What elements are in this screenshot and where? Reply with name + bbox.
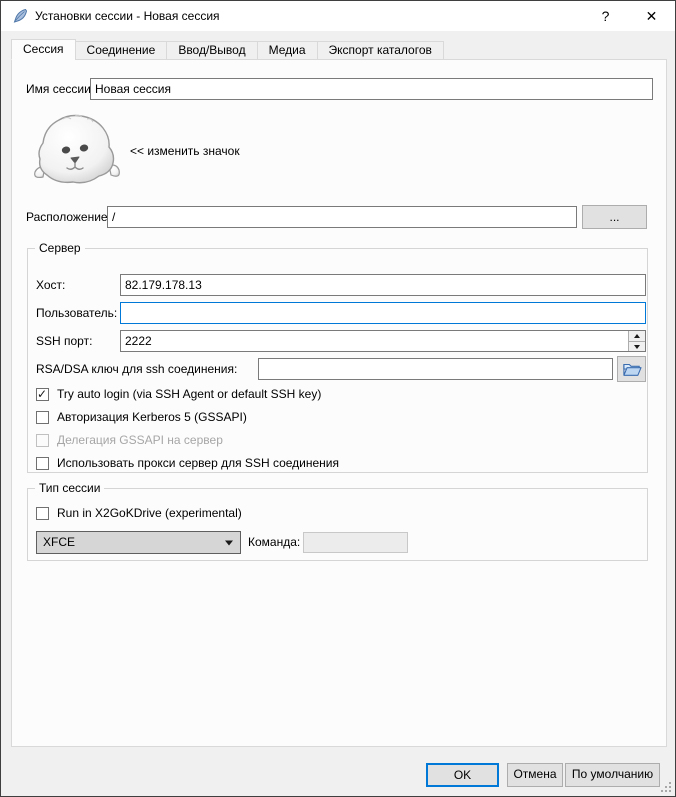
path-label: Расположение: (26, 206, 111, 228)
kerberos-label: Авторизация Kerberos 5 (GSSAPI) (57, 410, 247, 424)
help-button[interactable]: ? (583, 1, 628, 31)
session-icon-button[interactable] (29, 113, 125, 189)
ssh-port-spinner (120, 330, 646, 352)
tab-media[interactable]: Медиа (257, 41, 318, 60)
session-type-group: Тип сессии Run in X2GoKDrive (experiment… (27, 488, 648, 561)
tab-session[interactable]: Сессия (11, 39, 76, 60)
user-label: Пользователь: (36, 302, 117, 324)
kdrive-label: Run in X2GoKDrive (experimental) (57, 506, 242, 520)
kdrive-checkbox[interactable] (36, 507, 49, 520)
titlebar: Установки сессии - Новая сессия ? ✕ (1, 1, 675, 31)
ssh-port-label: SSH порт: (36, 330, 92, 352)
ssh-proxy-checkbox-row[interactable]: Использовать прокси сервер для SSH соеди… (36, 455, 339, 471)
gssapi-delegation-checkbox (36, 434, 49, 447)
tab-bar: Сессия Соединение Ввод/Вывод Медиа Экспо… (11, 39, 444, 60)
feather-app-icon (12, 8, 28, 24)
autologin-checkbox[interactable] (36, 388, 49, 401)
session-type-group-title: Тип сессии (35, 481, 104, 495)
kdrive-checkbox-row[interactable]: Run in X2GoKDrive (experimental) (36, 505, 242, 521)
autologin-checkbox-row[interactable]: Try auto login (via SSH Agent or default… (36, 386, 321, 402)
cancel-button[interactable]: Отмена (507, 763, 563, 787)
window-title: Установки сессии - Новая сессия (35, 9, 220, 23)
ssh-key-label: RSA/DSA ключ для ssh соединения: (36, 358, 237, 380)
host-input[interactable] (120, 274, 646, 296)
autologin-label: Try auto login (via SSH Agent or default… (57, 387, 321, 401)
ssh-port-input[interactable] (121, 331, 628, 351)
ssh-proxy-label: Использовать прокси сервер для SSH соеди… (57, 456, 339, 470)
session-preferences-dialog: Установки сессии - Новая сессия ? ✕ Сесс… (0, 0, 676, 797)
kerberos-checkbox-row[interactable]: Авторизация Kerberos 5 (GSSAPI) (36, 409, 247, 425)
ssh-key-browse-button[interactable] (617, 356, 646, 382)
desktop-environment-select[interactable]: XFCE (36, 531, 241, 554)
user-input[interactable] (120, 302, 646, 324)
tab-input-output[interactable]: Ввод/Вывод (166, 41, 257, 60)
path-input[interactable] (107, 206, 577, 228)
gssapi-delegation-label: Делегация GSSAPI на сервер (57, 433, 223, 447)
tab-connection[interactable]: Соединение (75, 41, 168, 60)
spin-down-button[interactable] (629, 341, 645, 351)
ok-button[interactable]: OK (426, 763, 499, 787)
command-label: Команда: (248, 531, 300, 554)
spin-up-button[interactable] (629, 331, 645, 341)
kerberos-checkbox[interactable] (36, 411, 49, 424)
gssapi-delegation-checkbox-row: Делегация GSSAPI на сервер (36, 432, 223, 448)
desktop-environment-value: XFCE (43, 535, 75, 549)
server-group: Сервер Хост: Пользователь: SSH порт: RSA… (27, 248, 648, 473)
spin-buttons (628, 331, 645, 351)
defaults-button[interactable]: По умолчанию (565, 763, 660, 787)
ssh-proxy-checkbox[interactable] (36, 457, 49, 470)
browse-path-button[interactable]: ... (582, 205, 647, 229)
session-tab-pane: Имя сессии: (11, 59, 667, 747)
command-input (303, 532, 408, 553)
session-name-label: Имя сессии: (26, 78, 94, 100)
chevron-down-icon (225, 540, 233, 545)
ssh-key-input[interactable] (258, 358, 613, 380)
resize-grip[interactable] (661, 782, 671, 792)
tab-folder-export[interactable]: Экспорт каталогов (317, 41, 444, 60)
host-label: Хост: (36, 274, 65, 296)
change-icon-label: << изменить значок (130, 140, 240, 162)
open-folder-icon (621, 360, 643, 378)
server-group-title: Сервер (35, 241, 85, 255)
seal-icon (29, 113, 125, 189)
session-name-input[interactable] (90, 78, 653, 100)
close-icon[interactable]: ✕ (629, 1, 674, 31)
